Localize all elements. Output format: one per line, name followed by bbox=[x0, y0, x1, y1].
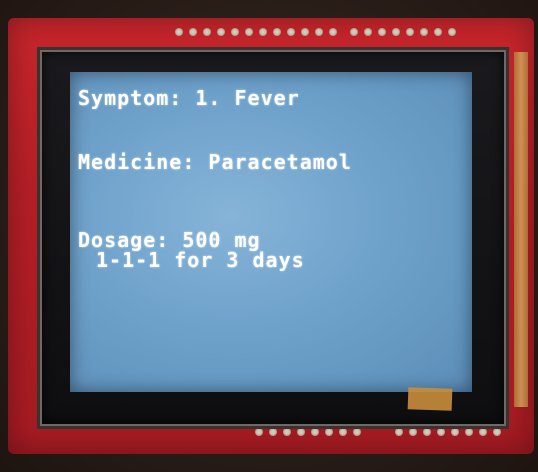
lcd-screen: Symptom: 1. Fever Medicine: Paracetamol … bbox=[70, 72, 472, 392]
header-pins-bottom-right bbox=[395, 428, 501, 436]
tape-piece bbox=[407, 387, 453, 411]
photo-scene: Symptom: 1. Fever Medicine: Paracetamol … bbox=[0, 0, 538, 472]
header-pins-bottom-left bbox=[255, 428, 361, 436]
header-pins-top-left bbox=[175, 28, 337, 36]
flex-ribbon-cable bbox=[514, 52, 528, 407]
symptom-text: Symptom: 1. Fever bbox=[78, 86, 300, 110]
dosage-schedule-text: 1-1-1 for 3 days bbox=[96, 248, 305, 272]
medicine-text: Medicine: Paracetamol bbox=[78, 150, 352, 174]
header-pins-top-right bbox=[350, 28, 456, 36]
